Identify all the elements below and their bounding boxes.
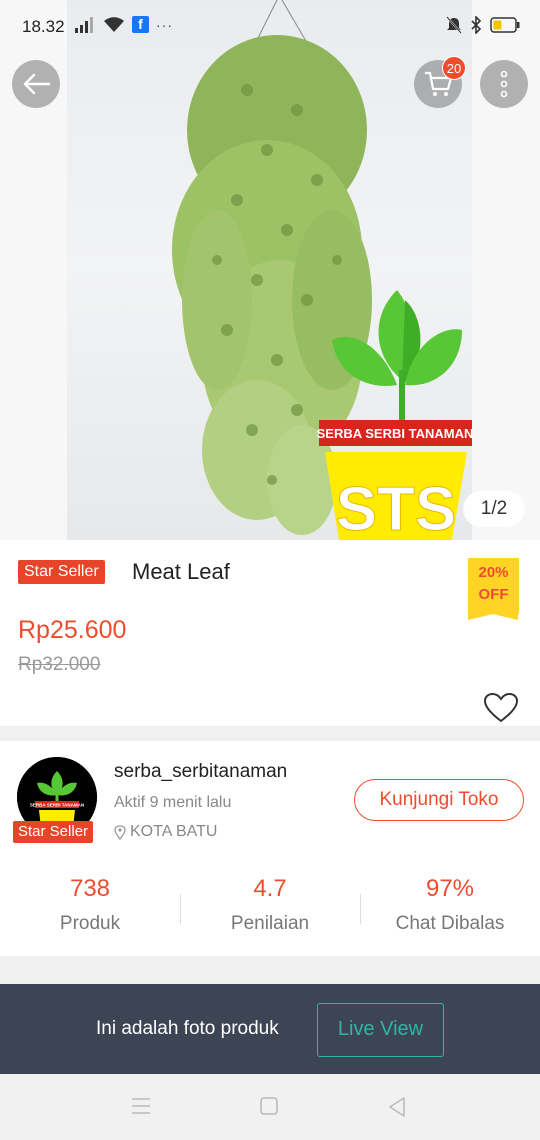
product-name: Meat Leaf — [132, 559, 230, 584]
product-page: SERBA SERBI TANAMAN STS 20 1/2 18.32 f ·… — [0, 0, 540, 1140]
more-options-button[interactable] — [480, 60, 528, 108]
logo-letters: STS — [336, 475, 457, 540]
stat-label: Produk — [59, 913, 121, 934]
product-photo: SERBA SERBI TANAMAN STS — [67, 0, 472, 540]
mute-bell-icon — [446, 16, 462, 34]
discount-percent: 20% — [478, 564, 509, 581]
cart-count-badge: 20 — [442, 56, 466, 80]
original-price: Rp32.000 — [18, 654, 101, 675]
favorite-heart-icon[interactable] — [483, 692, 519, 724]
wifi-icon — [104, 16, 124, 32]
discount-off-label: OFF — [478, 586, 509, 603]
arrow-left-icon — [23, 73, 51, 95]
watermark-text: SERBA SERBI TANAMAN — [317, 426, 472, 441]
product-image-carousel[interactable]: SERBA SERBI TANAMAN STS 20 1/2 — [0, 0, 540, 540]
product-info: Star Seller Meat Leaf 20% OFF Rp25.600 R… — [0, 540, 540, 726]
signal-icon — [75, 16, 93, 33]
status-left-icons: f ··· — [74, 16, 173, 33]
location-pin-icon — [114, 824, 126, 840]
back-triangle-icon[interactable] — [387, 1096, 407, 1118]
shop-location: KOTA BATU — [114, 823, 217, 841]
stat-products[interactable]: 738 Produk — [0, 869, 180, 949]
cart-button[interactable]: 20 — [414, 56, 466, 108]
status-right-icons — [446, 16, 520, 34]
live-view-button[interactable]: Live View — [317, 1003, 444, 1057]
visit-shop-button[interactable]: Kunjungi Toko — [354, 779, 524, 821]
shop-location-text: KOTA BATU — [130, 823, 218, 840]
shop-active-status: Aktif 9 menit lalu — [114, 794, 232, 811]
home-square-icon[interactable] — [259, 1096, 279, 1116]
system-navigation-bar — [0, 1074, 540, 1140]
shop-star-seller-badge: Star Seller — [13, 821, 94, 843]
discount-badge: 20% OFF — [468, 558, 519, 620]
stat-value: 738 — [69, 875, 111, 902]
shop-stats: 738 Produk 4.7 Penilaian 97% Chat Dibala… — [0, 869, 540, 949]
product-price: Rp25.600 — [18, 616, 127, 644]
photo-info-bar: Ini adalah foto produk Live View — [0, 984, 540, 1074]
back-button[interactable] — [12, 60, 60, 108]
stat-label: Chat Dibalas — [395, 913, 505, 934]
facebook-icon: f — [132, 16, 149, 33]
status-bar: 18.32 f ··· — [0, 0, 540, 55]
stat-rating[interactable]: 4.7 Penilaian — [180, 869, 360, 949]
shop-name[interactable]: serba_serbitanaman — [114, 761, 287, 783]
image-pager: 1/2 — [463, 491, 525, 527]
stat-value: 4.7 — [253, 875, 287, 902]
stat-chat-reply[interactable]: 97% Chat Dibalas — [360, 869, 540, 949]
more-notifications-icon: ··· — [156, 16, 173, 33]
plant-illustration: SERBA SERBI TANAMAN STS — [172, 0, 472, 540]
photo-info-text: Ini adalah foto produk — [96, 1018, 279, 1039]
bluetooth-icon — [471, 16, 482, 34]
more-vertical-icon — [500, 70, 508, 98]
menu-icon[interactable] — [130, 1096, 152, 1116]
shop-logo-text: SERBA SERBI TANAMAN — [30, 803, 84, 808]
star-seller-badge: Star Seller — [18, 560, 105, 584]
stat-value: 97% — [425, 875, 475, 902]
stat-label: Penilaian — [230, 913, 310, 934]
shop-section: SERBA SERBI TANAMAN Star Seller serba_se… — [0, 741, 540, 956]
status-time: 18.32 — [22, 17, 65, 36]
battery-icon — [490, 17, 520, 33]
